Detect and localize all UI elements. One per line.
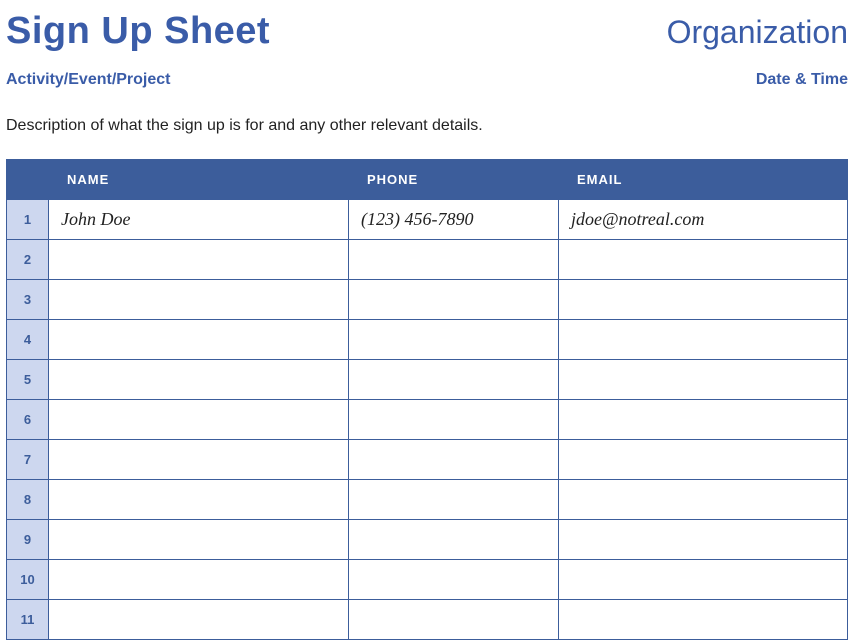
- cell-email[interactable]: [559, 600, 848, 640]
- row-number: 1: [7, 200, 49, 240]
- cell-phone[interactable]: [349, 280, 559, 320]
- row-number: 3: [7, 280, 49, 320]
- row-number: 10: [7, 560, 49, 600]
- table-row: 6: [7, 400, 848, 440]
- cell-phone[interactable]: [349, 520, 559, 560]
- cell-phone[interactable]: [349, 360, 559, 400]
- cell-email[interactable]: [559, 240, 848, 280]
- row-number: 8: [7, 480, 49, 520]
- cell-name[interactable]: [49, 560, 349, 600]
- col-header-phone: PHONE: [349, 160, 559, 200]
- cell-name[interactable]: [49, 280, 349, 320]
- cell-email[interactable]: jdoe@notreal.com: [559, 200, 848, 240]
- cell-phone[interactable]: [349, 560, 559, 600]
- cell-email[interactable]: [559, 360, 848, 400]
- cell-phone[interactable]: [349, 320, 559, 360]
- cell-name[interactable]: [49, 320, 349, 360]
- table-row: 4: [7, 320, 848, 360]
- cell-name[interactable]: [49, 360, 349, 400]
- cell-phone[interactable]: [349, 440, 559, 480]
- cell-phone[interactable]: [349, 400, 559, 440]
- row-number: 6: [7, 400, 49, 440]
- cell-phone[interactable]: [349, 600, 559, 640]
- cell-name[interactable]: [49, 440, 349, 480]
- row-number: 11: [7, 600, 49, 640]
- cell-name[interactable]: [49, 520, 349, 560]
- cell-email[interactable]: [559, 480, 848, 520]
- cell-name[interactable]: [49, 240, 349, 280]
- table-row: 2: [7, 240, 848, 280]
- row-number: 5: [7, 360, 49, 400]
- organization-label: Organization: [667, 14, 848, 51]
- row-number: 9: [7, 520, 49, 560]
- table-row: 3: [7, 280, 848, 320]
- table-row: 7: [7, 440, 848, 480]
- table-row: 11: [7, 600, 848, 640]
- cell-email[interactable]: [559, 280, 848, 320]
- cell-email[interactable]: [559, 440, 848, 480]
- cell-name[interactable]: [49, 400, 349, 440]
- table-row: 10: [7, 560, 848, 600]
- cell-name[interactable]: John Doe: [49, 200, 349, 240]
- table-row: 8: [7, 480, 848, 520]
- table-header-row: NAME PHONE EMAIL: [7, 160, 848, 200]
- activity-label: Activity/Event/Project: [6, 71, 171, 89]
- cell-email[interactable]: [559, 520, 848, 560]
- col-header-email: EMAIL: [559, 160, 848, 200]
- datetime-label: Date & Time: [756, 71, 848, 89]
- row-number: 7: [7, 440, 49, 480]
- page-title: Sign Up Sheet: [6, 10, 270, 53]
- table-row: 1 John Doe (123) 456-7890 jdoe@notreal.c…: [7, 200, 848, 240]
- cell-email[interactable]: [559, 400, 848, 440]
- description-text: Description of what the sign up is for a…: [6, 117, 848, 135]
- cell-phone[interactable]: (123) 456-7890: [349, 200, 559, 240]
- row-number: 4: [7, 320, 49, 360]
- cell-phone[interactable]: [349, 480, 559, 520]
- row-number: 2: [7, 240, 49, 280]
- table-row: 5: [7, 360, 848, 400]
- cell-phone[interactable]: [349, 240, 559, 280]
- cell-email[interactable]: [559, 320, 848, 360]
- col-header-name: NAME: [49, 160, 349, 200]
- cell-email[interactable]: [559, 560, 848, 600]
- col-header-number: [7, 160, 49, 200]
- cell-name[interactable]: [49, 480, 349, 520]
- table-row: 9: [7, 520, 848, 560]
- cell-name[interactable]: [49, 600, 349, 640]
- signup-table: NAME PHONE EMAIL 1 John Doe (123) 456-78…: [6, 159, 848, 640]
